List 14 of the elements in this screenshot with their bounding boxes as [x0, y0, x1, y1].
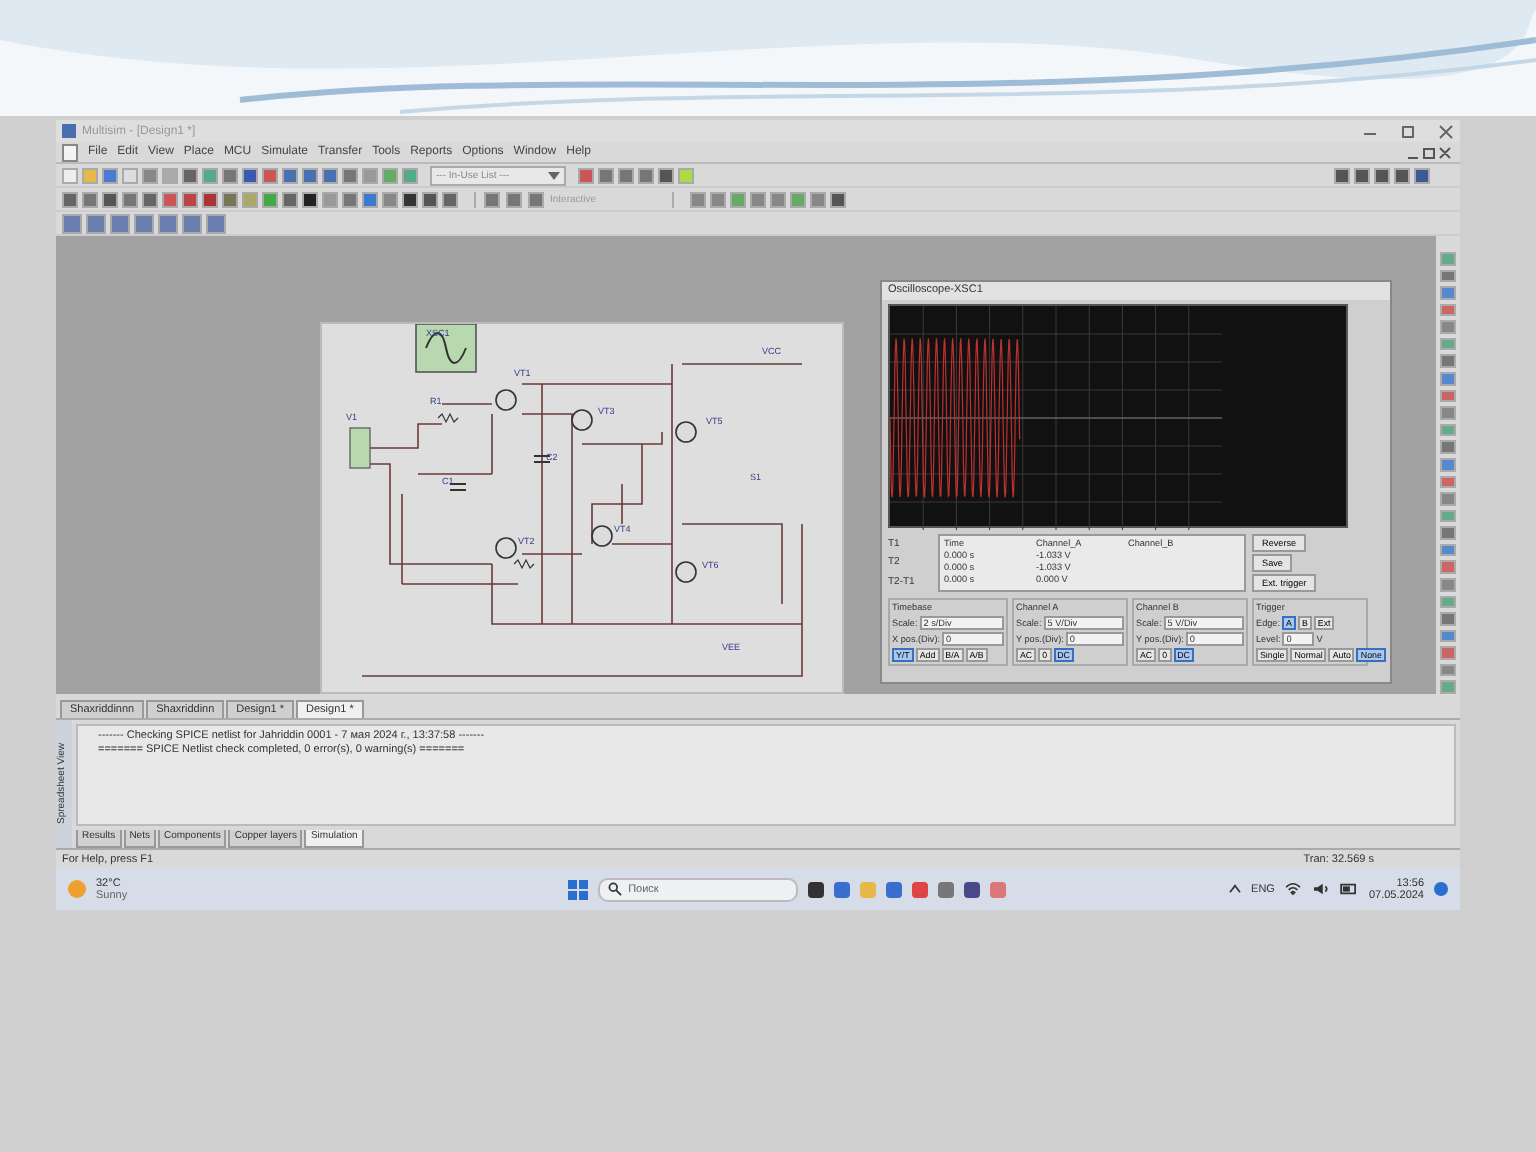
sun-icon[interactable] [68, 880, 86, 898]
start-icon[interactable] [568, 879, 589, 899]
maximize-icon[interactable] [1400, 123, 1416, 139]
speaker-icon[interactable] [1312, 882, 1331, 896]
document-icon [62, 143, 78, 161]
close-icon[interactable] [1438, 123, 1454, 139]
battery-icon[interactable] [1340, 882, 1359, 896]
chevron-icon[interactable] [1227, 884, 1242, 894]
caret-icon [548, 171, 560, 179]
wifi-icon[interactable] [1284, 882, 1303, 896]
app-icon [62, 124, 76, 138]
notification-icon[interactable] [1434, 882, 1448, 896]
search-icon [608, 882, 623, 896]
window-controls-icon[interactable] [1406, 145, 1454, 159]
